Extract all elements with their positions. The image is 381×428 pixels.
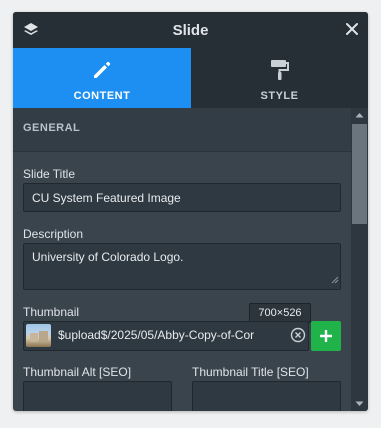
description-textarea[interactable]: University of Colorado Logo. [23,243,341,290]
resize-handle-icon[interactable] [331,276,339,284]
tab-style-label: STYLE [260,90,299,102]
slide-title-value: CU System Featured Image [32,191,181,205]
thumbnail-title-label: Thumbnail Title [SEO] [192,365,309,379]
clear-circle-icon[interactable] [290,327,306,343]
paint-roller-icon [270,60,289,80]
close-icon[interactable] [345,22,359,36]
description-value: University of Colorado Logo. [32,250,184,264]
panel-header: Slide [13,12,368,48]
thumbnail-path-value: $upload$/2025/05/Abby-Copy-of-Cor [58,328,255,342]
tab-bar: CONTENT STYLE [13,48,368,108]
tab-content-label: CONTENT [73,90,131,102]
scroll-down-icon[interactable] [355,401,364,407]
slide-title-label: Slide Title [23,167,76,181]
panel-title: Slide [172,22,209,39]
thumbnail-preview-image[interactable] [26,324,51,347]
plus-icon [320,330,332,342]
thumbnail-title-input[interactable] [192,381,341,411]
thumbnail-dimensions-tooltip: 700×526 [249,303,311,323]
scrollbar[interactable] [351,108,368,411]
add-thumbnail-button[interactable] [311,321,341,351]
scrollbar-thumb[interactable] [352,124,367,224]
thumbnail-label: Thumbnail [23,305,80,319]
tab-style[interactable]: STYLE [191,48,368,108]
description-label: Description [23,227,84,241]
thumbnail-alt-input[interactable] [23,381,172,411]
thumbnail-input[interactable]: $upload$/2025/05/Abby-Copy-of-Cor [23,321,309,351]
slide-title-input[interactable]: CU System Featured Image [23,183,341,212]
scroll-up-icon[interactable] [355,112,364,118]
section-general-header[interactable]: GENERAL [13,108,351,152]
tab-content[interactable]: CONTENT [13,48,191,108]
pencil-icon [94,61,111,78]
thumbnail-alt-label: Thumbnail Alt [SEO] [23,365,132,379]
section-title: GENERAL [23,122,81,134]
slide-panel: Slide CONTENT STYLE GENERAL Slide Title … [13,12,368,411]
